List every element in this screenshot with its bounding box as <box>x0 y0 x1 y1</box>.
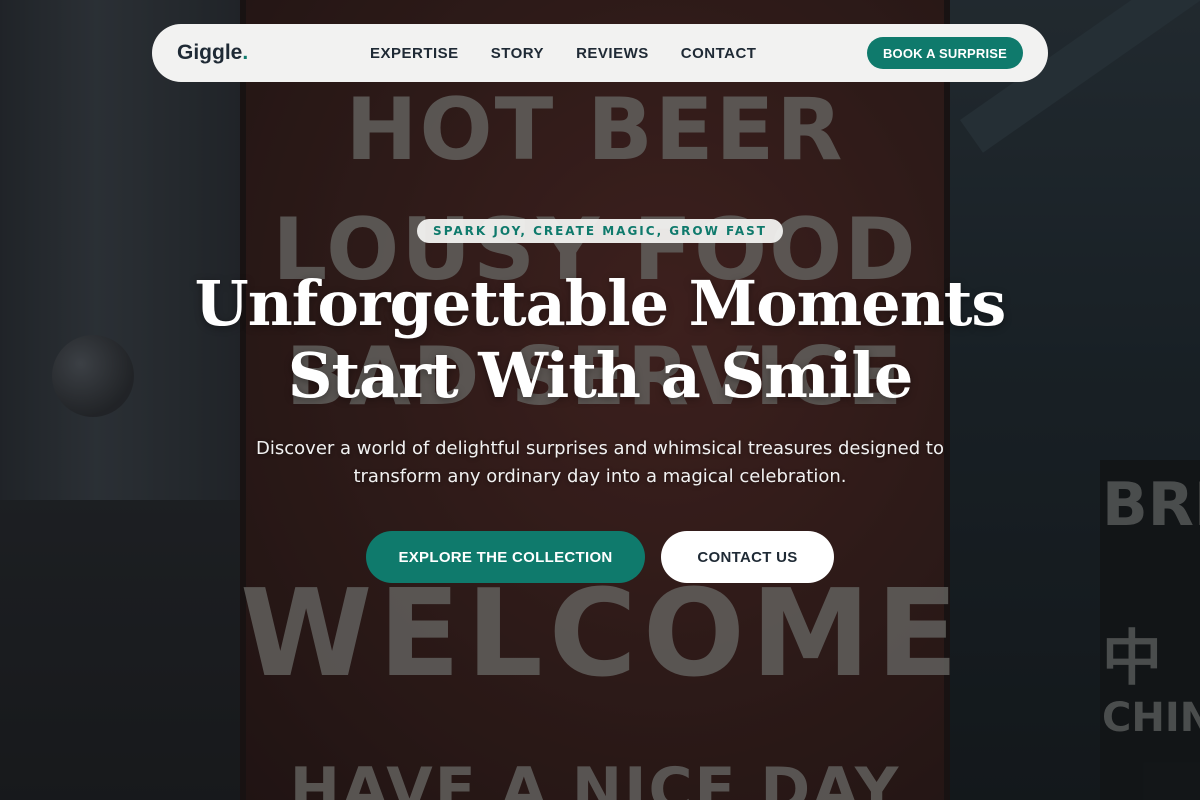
hero-subtext: Discover a world of delightful surprises… <box>256 438 944 487</box>
hero-headline-line2: Start With a Smile <box>287 339 914 412</box>
hero-tagline-badge: SPARK JOY, CREATE MAGIC, GROW FAST <box>417 219 783 243</box>
hero-headline-line1: Unforgettable Moments <box>194 267 1007 340</box>
explore-collection-button[interactable]: EXPLORE THE COLLECTION <box>366 531 645 583</box>
hero-headline: Unforgettable Moments Start With a Smile <box>0 268 1200 412</box>
contact-us-button[interactable]: CONTACT US <box>661 531 834 583</box>
hero-section: SPARK JOY, CREATE MAGIC, GROW FAST Unfor… <box>0 0 1200 800</box>
